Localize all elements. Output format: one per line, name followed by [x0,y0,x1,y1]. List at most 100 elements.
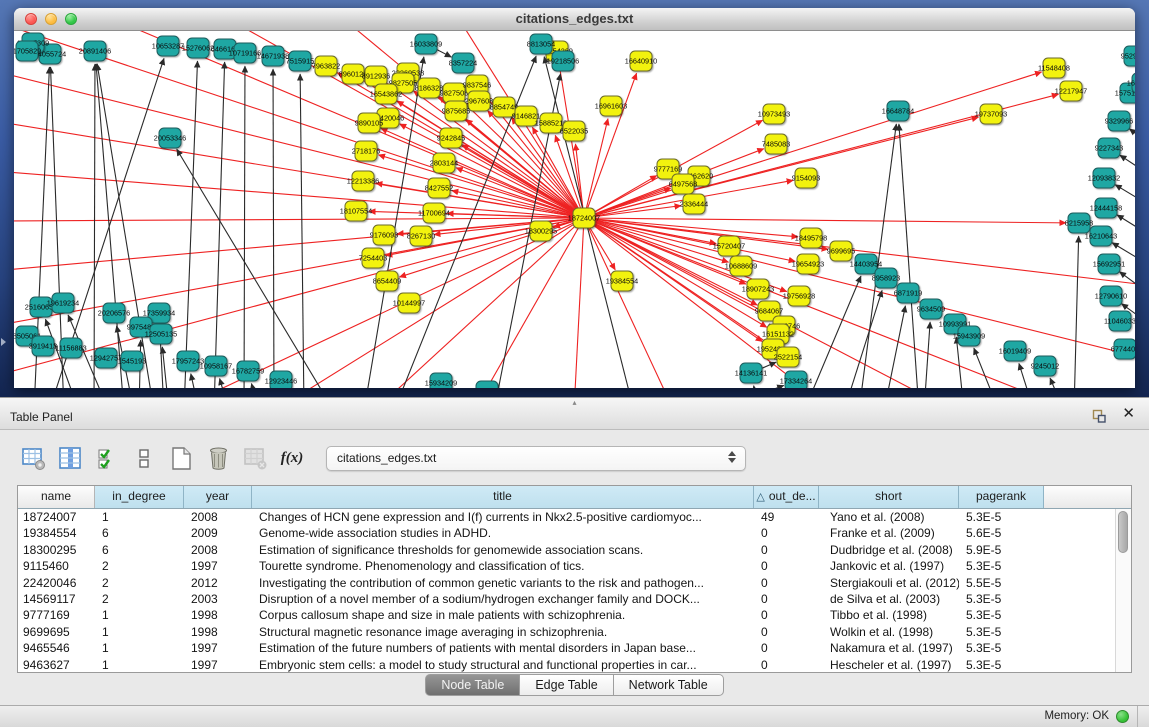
delete-table-button[interactable] [242,445,268,471]
cell-year[interactable]: 1997 [184,558,252,574]
column-header-year[interactable]: year [184,486,252,508]
cell-name[interactable]: 9463627 [18,657,95,673]
graph-node[interactable]: 12923446 [265,371,297,388]
graph-edge[interactable] [924,322,930,388]
graph-node[interactable]: 2336444 [680,194,708,214]
graph-node[interactable]: 15692951 [1093,254,1125,274]
cell-pagerank[interactable]: 5.5E-5 [959,575,1044,591]
graph-node[interactable]: 7485083 [762,134,790,154]
delete-attributes-button[interactable] [205,445,231,471]
graph-node[interactable]: 8813054 [527,34,555,54]
table-row[interactable]: 1456911722003Disruption of a novel membe… [18,591,1131,607]
column-header-name[interactable]: name [18,486,95,508]
graph-node[interactable]: 15934209 [425,373,457,388]
graph-edge[interactable] [14,218,584,221]
cell-title[interactable]: Investigating the contribution of common… [252,575,754,591]
table-vertical-scrollbar[interactable] [1115,509,1131,672]
cell-in_degree[interactable]: 1 [95,607,184,623]
graph-edge[interactable] [244,66,245,388]
cell-year[interactable]: 1998 [184,607,252,623]
cell-pagerank[interactable]: 5.3E-5 [959,607,1044,623]
cell-out_degree[interactable]: 0 [754,558,819,574]
zoom-window-icon[interactable] [65,13,77,25]
cell-in_degree[interactable]: 1 [95,509,184,525]
cell-name[interactable]: 18724007 [18,509,95,525]
graph-edge[interactable] [1117,215,1135,241]
graph-node[interactable]: 6774404 [1111,339,1135,359]
graph-node[interactable]: 10688609 [725,256,757,276]
cell-year[interactable]: 2008 [184,542,252,558]
tab-edge-table[interactable]: Edge Table [520,674,613,696]
cell-name[interactable]: 9465546 [18,640,95,656]
graph-node[interactable]: 8357224 [449,53,477,73]
graph-node[interactable]: 10144997 [393,293,425,313]
graph-node[interactable]: 2803144 [430,153,458,173]
graph-edge[interactable] [584,218,1135,361]
graph-edge[interactable] [844,290,882,388]
graph-edge[interactable] [714,385,784,388]
graph-edge[interactable] [273,69,274,388]
graph-node[interactable]: 9242845 [437,128,465,148]
cell-name[interactable]: 9777169 [18,607,95,623]
cell-short[interactable]: Nakamura et al. (1997) [819,640,959,656]
graph-node[interactable]: 12213386 [347,171,379,191]
cell-in_degree[interactable]: 1 [95,640,184,656]
graph-node[interactable]: 16782759 [232,361,264,381]
cell-title[interactable]: Corpus callosum shape and size in male p… [252,607,754,623]
graph-node[interactable]: 8427552 [425,178,453,198]
cell-out_degree[interactable]: 0 [754,575,819,591]
graph-node[interactable]: 9329966 [1105,111,1133,131]
cell-short[interactable]: de Silva et al. (2003) [819,591,959,607]
graph-edge[interactable] [584,218,674,388]
graph-edge[interactable] [1050,378,1064,388]
graph-node[interactable]: 11700694 [418,203,450,223]
cell-year[interactable]: 2012 [184,575,252,591]
cell-in_degree[interactable]: 2 [95,558,184,574]
graph-edge[interactable] [1074,236,1079,388]
cell-short[interactable]: Jankovic et al. (1997) [819,558,959,574]
memory-ok-icon[interactable] [1116,710,1129,723]
cell-title[interactable]: Genome-wide association studies in ADHD. [252,525,754,541]
cell-year[interactable]: 2009 [184,525,252,541]
graph-node[interactable]: 11156883 [55,338,86,358]
cell-pagerank[interactable]: 5.9E-5 [959,542,1044,558]
graph-edge[interactable] [1120,155,1135,181]
graph-node[interactable]: 9634509 [917,299,945,319]
graph-node[interactable]: 11548408 [1038,58,1070,78]
cell-out_degree[interactable]: 0 [754,640,819,656]
graph-node[interactable]: 15720407 [713,236,745,256]
cell-title[interactable]: Embryonic stem cells: a model to study s… [252,657,754,673]
graph-node[interactable]: 7963822 [312,56,340,76]
graph-edge[interactable] [14,218,584,271]
graph-node[interactable]: 10653287 [152,36,184,56]
graph-edge[interactable] [14,71,584,218]
graph-edge[interactable] [94,31,584,218]
cell-pagerank[interactable]: 5.6E-5 [959,525,1044,541]
cell-title[interactable]: Structural magnetic resonance image aver… [252,624,754,640]
table-row[interactable]: 1872400712008Changes of HCN gene express… [18,509,1131,525]
table-selector-dropdown[interactable]: citations_edges.txt [326,446,746,471]
cell-out_degree[interactable]: 0 [754,607,819,623]
close-window-icon[interactable] [25,13,37,25]
cell-short[interactable]: Stergiakouli et al. (2012) [819,575,959,591]
graph-node[interactable]: 19756928 [783,286,815,306]
tab-network-table[interactable]: Network Table [614,674,724,696]
graph-node[interactable]: 8912936 [362,66,390,86]
cell-pagerank[interactable]: 5.3E-5 [959,624,1044,640]
cell-pagerank[interactable]: 5.3E-5 [959,558,1044,574]
left-splitter-arrow[interactable] [1,338,6,346]
scrollbar-thumb[interactable] [1118,511,1128,553]
graph-node[interactable]: 19737093 [975,104,1007,124]
cell-short[interactable]: Dudbridge et al. (2008) [819,542,959,558]
graph-node[interactable]: 14136141 [735,363,767,383]
select-attributes-button[interactable] [94,445,120,471]
cell-year[interactable]: 1997 [184,640,252,656]
cell-name[interactable]: 14569117 [18,591,95,607]
graph-node[interactable]: 9875685 [442,101,470,121]
cell-short[interactable]: Wolkin et al. (1998) [819,624,959,640]
cell-pagerank[interactable]: 5.3E-5 [959,640,1044,656]
cell-short[interactable]: Yano et al. (2008) [819,509,959,525]
table-row[interactable]: 1830029562008Estimation of significance … [18,542,1131,558]
cell-short[interactable]: Franke et al. (2009) [819,525,959,541]
graph-node[interactable]: 6871919 [894,283,922,303]
